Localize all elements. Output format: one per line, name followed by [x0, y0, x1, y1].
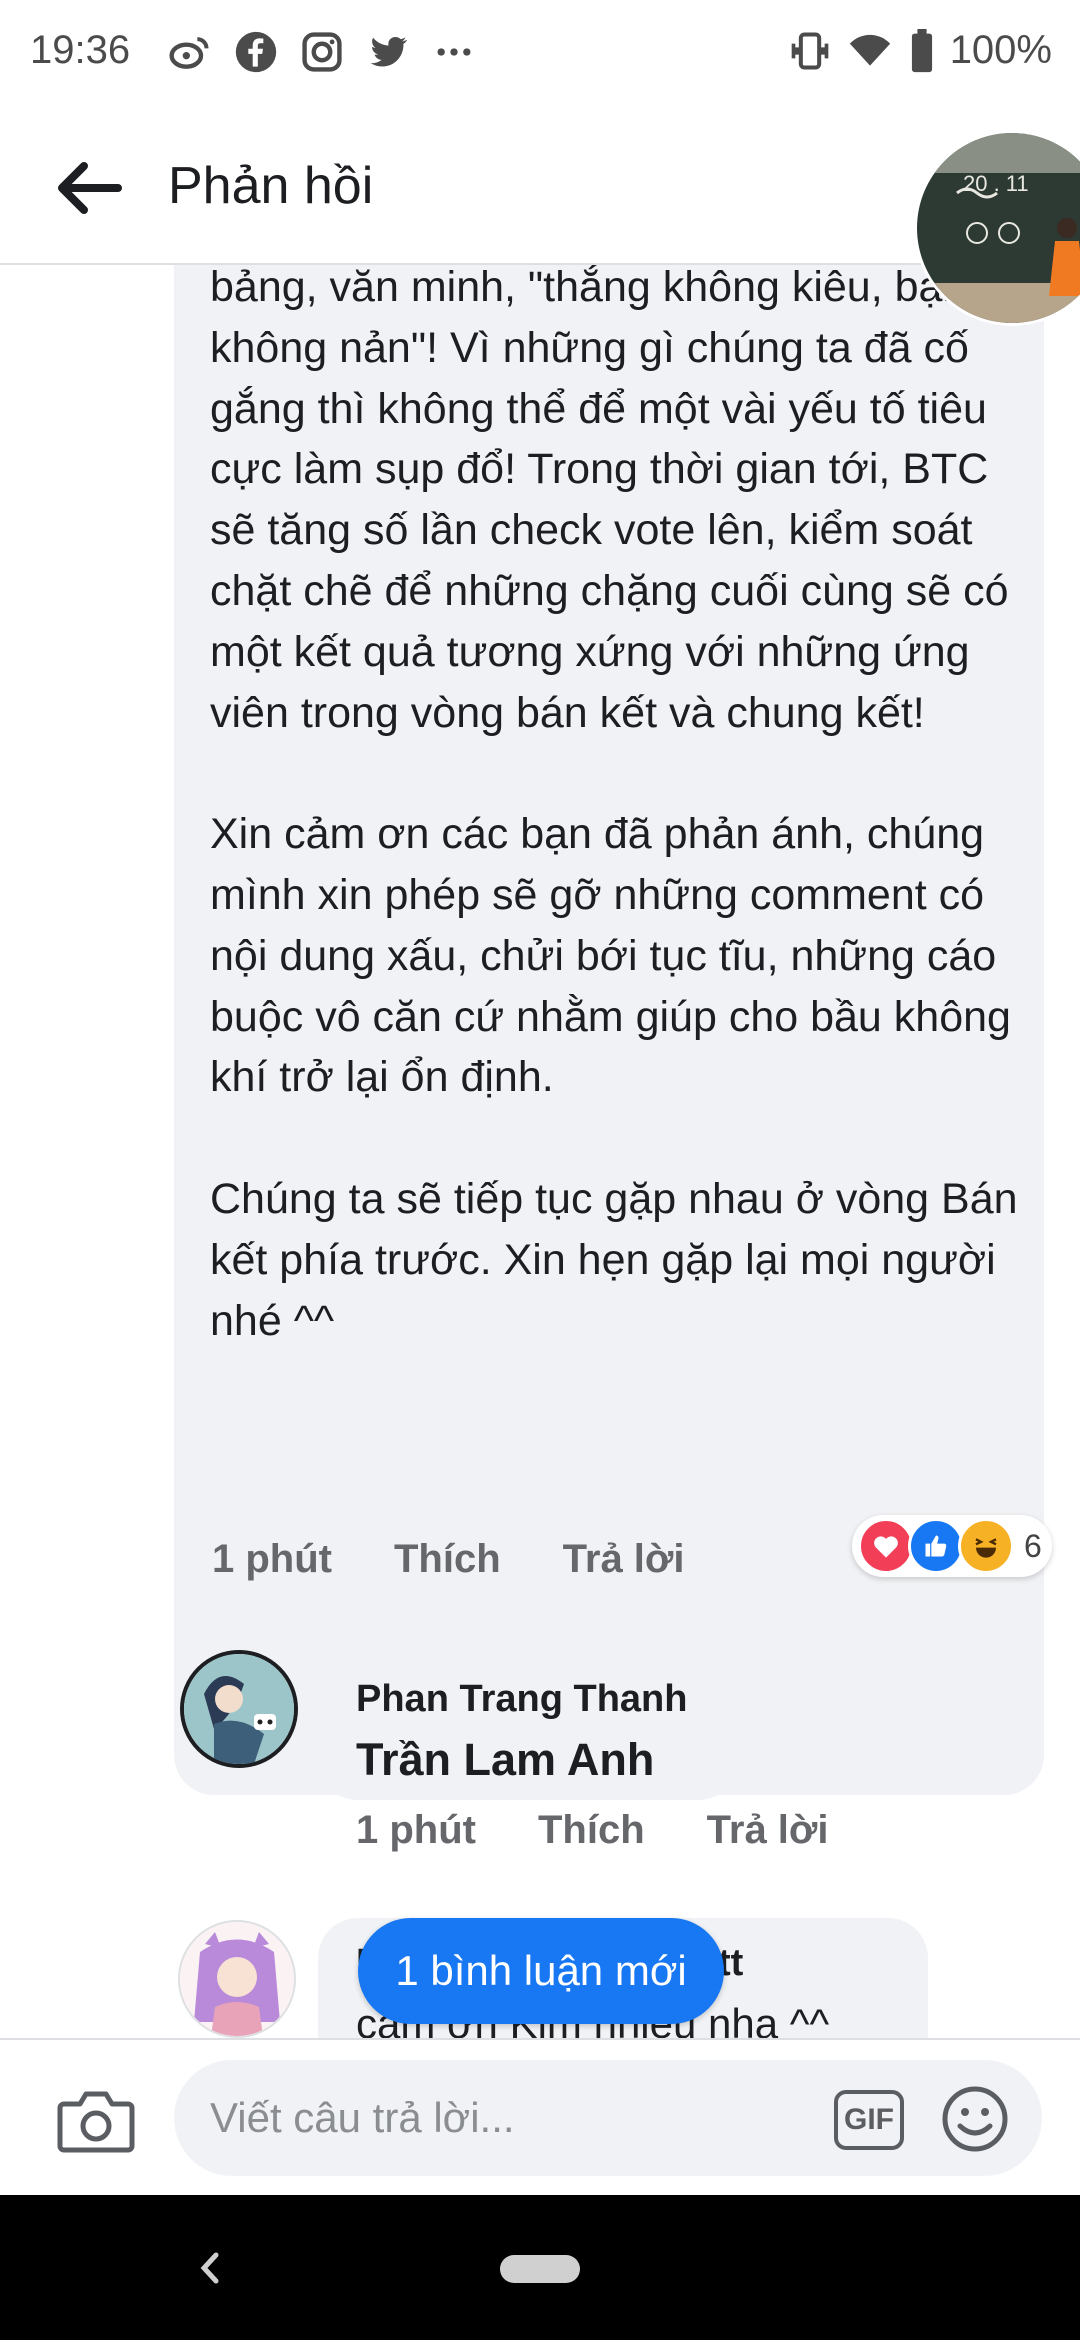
main-comment-text: bảng, văn minh, "thắng không kiêu, bại k…: [210, 265, 1018, 1345]
chalkboard-photo-image: 20 . 11: [917, 133, 1080, 323]
battery-percent: 100%: [949, 28, 1052, 72]
back-arrow-icon[interactable]: [52, 158, 122, 218]
system-icons: 100%: [788, 28, 1052, 73]
status-time: 19:36: [30, 28, 131, 72]
new-comments-button[interactable]: 1 bình luận mới: [358, 1918, 724, 2024]
camera-icon[interactable]: [56, 2086, 136, 2156]
reply-bubble: Phan Trang Thanh Trần Lam Anh: [318, 1650, 738, 1800]
avatar[interactable]: [178, 1920, 296, 2038]
weibo-icon: [169, 37, 209, 69]
reaction-count: 6: [1024, 1527, 1042, 1564]
facebook-icon: [235, 31, 277, 73]
svg-text:20 . 11: 20 . 11: [963, 171, 1029, 196]
reply-timestamp: 1 phút: [356, 1808, 476, 1852]
nav-back-icon[interactable]: [190, 2243, 230, 2293]
nav-home-pill[interactable]: [500, 2255, 580, 2283]
main-comment-actions: 1 phút Thích Trả lời: [212, 1537, 746, 1582]
page-title: Phản hồi: [168, 157, 374, 215]
reply-reply-button[interactable]: Trả lời: [707, 1808, 829, 1853]
vibrate-icon: [791, 31, 829, 70]
avatar[interactable]: [180, 1650, 298, 1768]
gif-button[interactable]: GIF: [834, 2090, 904, 2150]
system-navigation-bar: [0, 2195, 1080, 2340]
emoji-icon[interactable]: [940, 2084, 1010, 2154]
reactions-summary[interactable]: 6: [852, 1515, 1052, 1577]
battery-icon: [911, 28, 932, 72]
reply-composer: GIF: [0, 2038, 1080, 2197]
like-reaction-icon: [908, 1518, 964, 1574]
reply-like-button[interactable]: Thích: [538, 1808, 645, 1853]
notification-icons: [168, 30, 476, 74]
haha-reaction-icon: [958, 1518, 1014, 1574]
instagram-icon: [302, 32, 342, 72]
anime-avatar-image: [180, 1922, 294, 2036]
comment-timestamp: 1 phút: [212, 1537, 332, 1581]
comment-thread[interactable]: bảng, văn minh, "thắng không kiêu, bại k…: [0, 265, 1080, 2040]
reply-author[interactable]: Phan Trang Thanh: [356, 1678, 687, 1721]
reply-actions: 1 phút Thích Trả lời: [356, 1808, 890, 1853]
twitter-icon: [370, 36, 408, 67]
status-bar: 19:36 100%: [0, 0, 1080, 108]
anime-avatar-image: [184, 1654, 294, 1764]
wifi-icon: [849, 34, 890, 66]
like-button[interactable]: Thích: [394, 1537, 501, 1582]
reply-input[interactable]: [174, 2060, 1042, 2176]
love-reaction-icon: [858, 1518, 914, 1574]
more-icon: [437, 48, 471, 56]
reply-button[interactable]: Trả lời: [563, 1537, 685, 1582]
reply-text: Trần Lam Anh: [356, 1734, 655, 1785]
